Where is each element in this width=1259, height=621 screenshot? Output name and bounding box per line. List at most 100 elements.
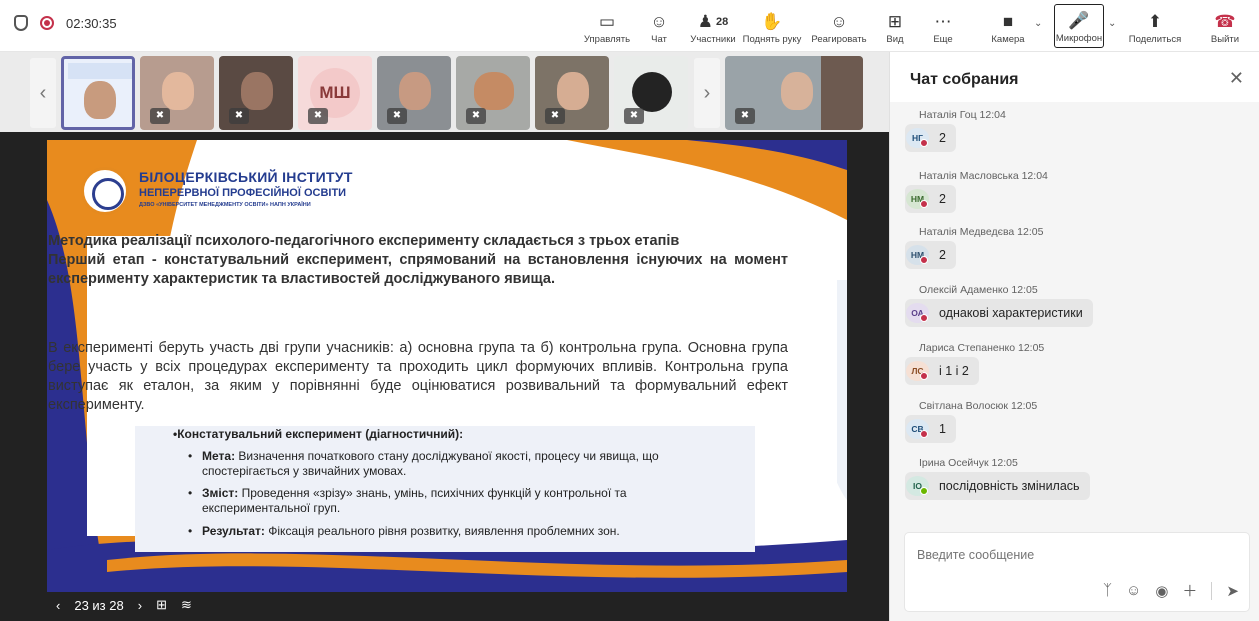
video-tile-presenter[interactable]	[61, 56, 135, 130]
slide-page-counter: 23 из 28	[74, 597, 124, 613]
smile-icon: ☺	[830, 12, 848, 31]
next-slide-chevron-icon[interactable]: ›	[138, 598, 142, 613]
send-icon[interactable]: ➤	[1226, 582, 1239, 600]
chat-bubble[interactable]: НГ 2	[905, 124, 956, 152]
mic-off-icon: ✖	[466, 108, 486, 124]
manage-button[interactable]: ▭ Управлять	[583, 4, 631, 48]
microphone-button[interactable]: 🎤 Микрофон	[1054, 4, 1104, 48]
strip-prev-chevron-icon[interactable]: ‹	[30, 58, 56, 128]
video-tile[interactable]: ✖	[456, 56, 530, 130]
video-tile-avatar[interactable]: МШ ✖	[298, 56, 372, 130]
format-icon[interactable]: ᛉ	[1103, 582, 1112, 599]
plus-icon[interactable]: ＋	[1182, 580, 1197, 601]
mic-off-icon: ✖	[624, 108, 644, 124]
camera-options-chevron-icon[interactable]: ⌄	[1034, 18, 1042, 29]
chat-bubble[interactable]: СВ 1	[905, 415, 956, 443]
chat-header: Чат собрания ✕	[890, 52, 1259, 102]
video-tile[interactable]: ✖	[614, 56, 688, 130]
presence-available-icon	[920, 487, 928, 495]
meeting-toolbar: 02:30:35 ▭ Управлять ☺ Чат ♟ 28 Участники…	[0, 0, 1259, 52]
share-screen-icon: ▭	[598, 12, 616, 31]
presentation-stage: БІЛОЦЕРКІВСЬКИЙ ІНСТИТУТ НЕПЕРЕРВНОЇ ПРО…	[0, 132, 889, 621]
chat-icon: ☺	[650, 12, 668, 31]
prev-slide-chevron-icon[interactable]: ‹	[56, 598, 60, 613]
people-icon: ♟ 28	[697, 12, 729, 31]
chat-bubble[interactable]: ОА однакові характеристики	[905, 299, 1093, 327]
more-icon: ⋯	[934, 12, 952, 31]
close-icon[interactable]: ✕	[1229, 68, 1244, 89]
share-icon: ⬆	[1147, 12, 1163, 31]
institute-logo-icon	[81, 167, 129, 215]
sticker-icon[interactable]: ◉	[1155, 582, 1168, 600]
video-tile[interactable]: ✖	[377, 56, 451, 130]
presence-busy-icon	[920, 314, 928, 322]
presence-busy-icon	[920, 372, 928, 380]
mic-off-icon: ✖	[308, 108, 328, 124]
chat-title: Чат собрания	[910, 71, 1019, 88]
slide-logo-subtitle: НЕПЕРЕРВНОЇ ПРОФЕСІЙНОЇ ОСВІТИ	[139, 187, 347, 199]
chat-message: Наталія Медведєва 12:05 НМ 2	[905, 226, 1043, 269]
presence-busy-icon	[920, 200, 928, 208]
slide-bullet: • Результат: Фіксація реального рівня роз…	[188, 524, 620, 538]
share-button[interactable]: ⬆ Поделиться	[1126, 4, 1184, 48]
chat-bubble[interactable]: ІО послідовність змінилась	[905, 472, 1090, 500]
slide-subheading: •Констатувальний експеримент (діагностич…	[173, 427, 464, 441]
participants-button[interactable]: ♟ 28 Участники	[686, 4, 740, 48]
chat-message: Ірина Осейчук 12:05 ІО послідовність змі…	[905, 457, 1090, 500]
video-tile[interactable]: ✖	[725, 56, 863, 130]
shield-icon	[14, 15, 28, 31]
mic-off-icon: ✖	[150, 108, 170, 124]
mic-off-icon: ✖	[545, 108, 565, 124]
divider	[1211, 581, 1213, 600]
raise-hand-icon: ✋	[761, 12, 783, 31]
chat-message: Олексій Адаменко 12:05 ОА однакові харак…	[905, 284, 1093, 327]
chat-bubble[interactable]: НМ 2	[905, 185, 956, 213]
video-tile[interactable]: ✖	[219, 56, 293, 130]
presence-busy-icon	[920, 430, 928, 438]
slide-navigation: ‹ 23 из 28 › ⊞ ≋	[56, 597, 192, 613]
emoji-icon[interactable]: ☺	[1126, 582, 1141, 599]
chat-bubble[interactable]: ЛС і 1 і 2	[905, 357, 979, 385]
slide-stage-one: Перший етап - констатувальний експеримен…	[48, 252, 788, 287]
raise-hand-button[interactable]: ✋ Поднять руку	[741, 4, 803, 48]
settings-sliders-icon[interactable]: ≋	[181, 597, 192, 613]
recording-icon	[40, 16, 54, 30]
grid-view-icon[interactable]: ⊞	[156, 597, 167, 613]
message-compose-box: ᛉ ☺ ◉ ＋ ➤	[904, 532, 1250, 612]
react-button[interactable]: ☺ Реагировать	[807, 4, 871, 48]
slide-bullet: • Зміст: Проведення «зрізу» знань, умінь,…	[188, 486, 627, 515]
meeting-status: 02:30:35	[14, 15, 117, 31]
chat-message: Наталія Гоц 12:04 НГ 2	[905, 109, 1006, 152]
compose-toolbar: ᛉ ☺ ◉ ＋ ➤	[1103, 580, 1239, 601]
presence-busy-icon	[920, 139, 928, 147]
slide-logo-title: БІЛОЦЕРКІВСЬКИЙ ІНСТИТУТ	[139, 169, 353, 185]
chat-message: Наталія Масловська 12:04 НМ 2	[905, 170, 1048, 213]
mic-off-icon: 🎤	[1068, 11, 1090, 30]
video-tile[interactable]: ✖	[140, 56, 214, 130]
message-input[interactable]	[917, 545, 1237, 565]
participant-video-strip: ‹ ✖ ✖ МШ ✖ ✖ ✖ ✖ ✖ › ✖	[0, 52, 889, 132]
chat-bubble[interactable]: НМ 2	[905, 241, 956, 269]
grid-icon: ⊞	[887, 12, 903, 31]
mic-off-icon: ✖	[735, 108, 755, 124]
leave-button[interactable]: ☎ Выйти	[1208, 4, 1242, 48]
meeting-timer: 02:30:35	[66, 15, 117, 31]
chat-message: Світлана Волосюк 12:05 СВ 1	[905, 400, 1037, 443]
more-button[interactable]: ⋯ Еще	[928, 4, 958, 48]
mic-off-icon: ✖	[229, 108, 249, 124]
presence-busy-icon	[920, 256, 928, 264]
slide-logo-caption: ДЗВО «УНІВЕРСИТЕТ МЕНЕДЖМЕНТУ ОСВІТИ» НА…	[139, 202, 311, 208]
participants-count: 28	[716, 16, 729, 28]
mic-options-chevron-icon[interactable]: ⌄	[1108, 18, 1116, 29]
strip-next-chevron-icon[interactable]: ›	[694, 58, 720, 128]
chat-button[interactable]: ☺ Чат	[642, 4, 676, 48]
camera-button[interactable]: ■ Камера	[986, 4, 1030, 48]
slide-heading: Методика реалізації психолого-педагогічн…	[48, 233, 788, 287]
camera-icon: ■	[1002, 12, 1014, 31]
meeting-chat-panel: Чат собрания ✕ Наталія Гоц 12:04 НГ 2 На…	[889, 52, 1259, 621]
phone-hangup-icon: ☎	[1214, 12, 1236, 31]
slide-body-text: В експерименті беруть участь дві групи у…	[48, 340, 788, 413]
view-button[interactable]: ⊞ Вид	[880, 4, 910, 48]
chat-message: Лариса Степаненко 12:05 ЛС і 1 і 2	[905, 342, 1044, 385]
video-tile[interactable]: ✖	[535, 56, 609, 130]
